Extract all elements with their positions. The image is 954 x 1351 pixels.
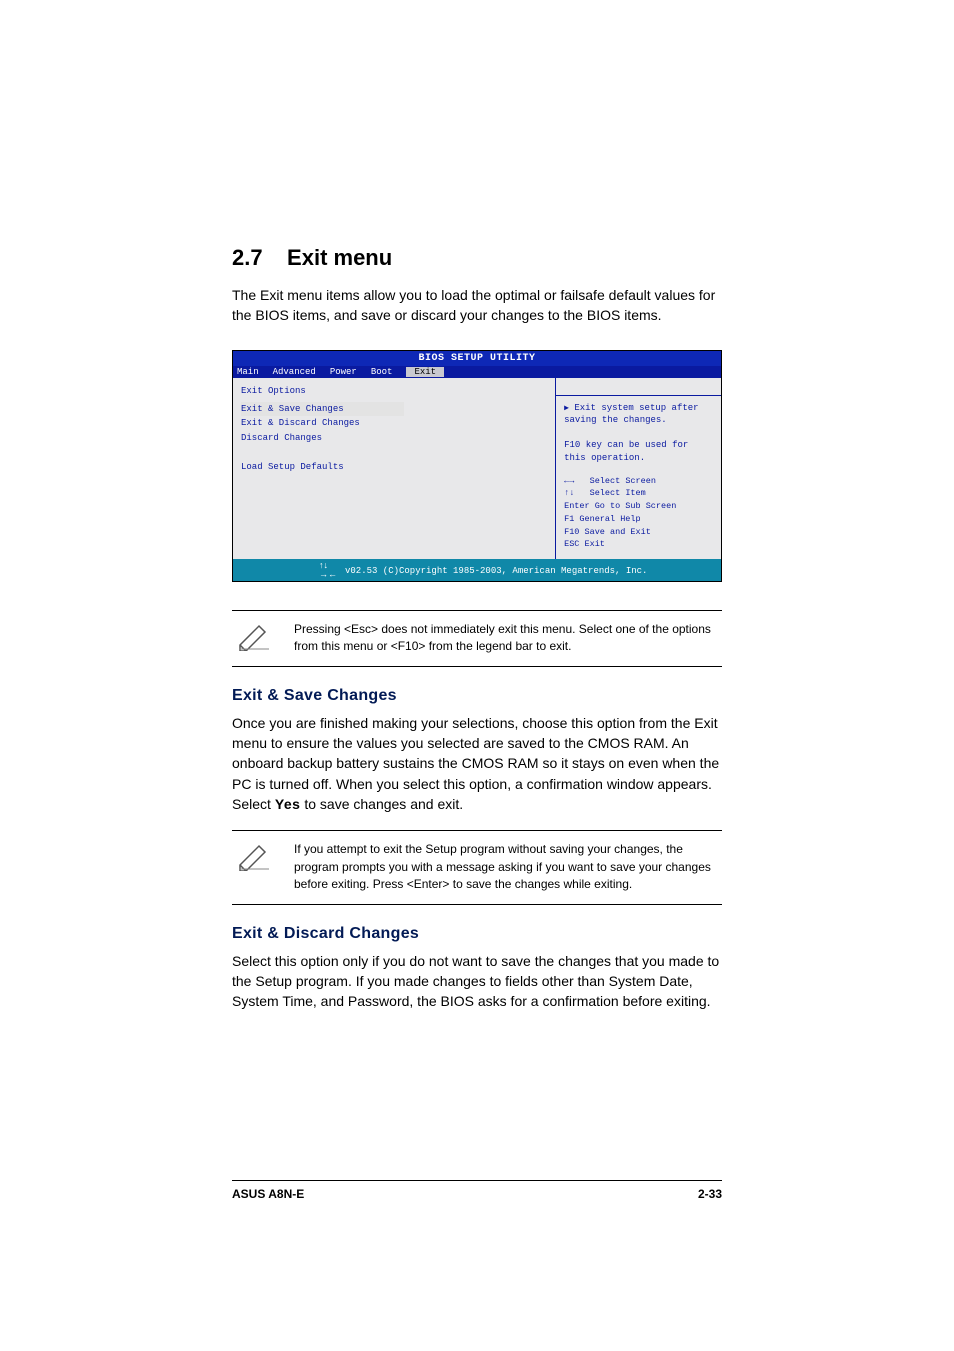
bios-item-discard: Discard Changes: [241, 431, 547, 445]
bios-help-line2: F10 key can be used for this operation.: [564, 440, 688, 463]
bios-left-panel: Exit Options Exit & Save Changes Exit & …: [233, 378, 555, 559]
bios-tab-boot: Boot: [371, 367, 393, 377]
bios-footer: ↑↓→← v02.53 (C)Copyright 1985-2003, Amer…: [233, 559, 721, 581]
bios-right-panel: ▶ Exit system setup after saving the cha…: [555, 378, 721, 559]
bios-item-blank: [241, 445, 547, 459]
nav-arrows-icon: ↑↓→←: [319, 561, 337, 579]
bios-key-select-screen: ←→ Select Screen: [564, 475, 713, 488]
exit-discard-heading: Exit & Discard Changes: [232, 925, 722, 943]
bios-tab-advanced: Advanced: [273, 367, 316, 377]
bios-help-text: ▶ Exit system setup after saving the cha…: [556, 396, 721, 471]
footer-left: ASUS A8N-E: [232, 1187, 304, 1201]
section-number: 2.7: [232, 245, 263, 270]
bios-item-exit-discard: Exit & Discard Changes: [241, 416, 547, 430]
bios-tab-main: Main: [237, 367, 259, 377]
bios-title: BIOS SETUP UTILITY: [233, 351, 721, 366]
bios-right-top: [556, 378, 721, 396]
section-title: Exit menu: [287, 245, 392, 270]
bios-tab-power: Power: [330, 367, 357, 377]
exit-discard-body: Select this option only if you do not wa…: [232, 951, 722, 1012]
section-heading: 2.7 Exit menu: [232, 245, 722, 271]
intro-paragraph: The Exit menu items allow you to load th…: [232, 285, 722, 326]
bios-key-enter: Enter Go to Sub Screen: [564, 500, 713, 513]
bios-key-f10: F10 Save and Exit: [564, 526, 713, 539]
exit-save-yes: Yes: [275, 796, 301, 812]
bios-copyright: v02.53 (C)Copyright 1985-2003, American …: [345, 561, 647, 579]
bios-screenshot: BIOS SETUP UTILITY Main Advanced Power B…: [232, 350, 722, 582]
note-1-text: Pressing <Esc> does not immediately exit…: [294, 621, 722, 656]
pencil-note-icon: [232, 841, 276, 893]
exit-save-body-post: to save changes and exit.: [300, 796, 463, 812]
bios-key-select-item: ↑↓ Select Item: [564, 487, 713, 500]
note-block-1: Pressing <Esc> does not immediately exit…: [232, 611, 722, 666]
exit-save-heading: Exit & Save Changes: [232, 687, 722, 705]
bios-help-line1: Exit system setup after saving the chang…: [564, 403, 698, 426]
bios-tab-exit: Exit: [406, 367, 444, 377]
note-2-text: If you attempt to exit the Setup program…: [294, 841, 722, 893]
footer-right: 2-33: [698, 1187, 722, 1201]
bios-key-legend: ←→ Select Screen ↑↓ Select Item Enter Go…: [556, 471, 721, 560]
bios-menubar: Main Advanced Power Boot Exit: [233, 366, 721, 378]
bios-left-header: Exit Options: [241, 384, 547, 398]
note-block-2: If you attempt to exit the Setup program…: [232, 831, 722, 903]
bios-item-load-defaults: Load Setup Defaults: [241, 460, 547, 474]
pencil-note-icon: [232, 621, 276, 656]
page-footer: ASUS A8N-E 2-33: [232, 1180, 722, 1201]
bios-key-f1: F1 General Help: [564, 513, 713, 526]
bios-item-exit-save: Exit & Save Changes: [241, 402, 404, 416]
exit-save-body: Once you are finished making your select…: [232, 713, 722, 814]
triangle-right-icon: ▶: [564, 404, 569, 413]
bios-key-esc: ESC Exit: [564, 538, 713, 551]
